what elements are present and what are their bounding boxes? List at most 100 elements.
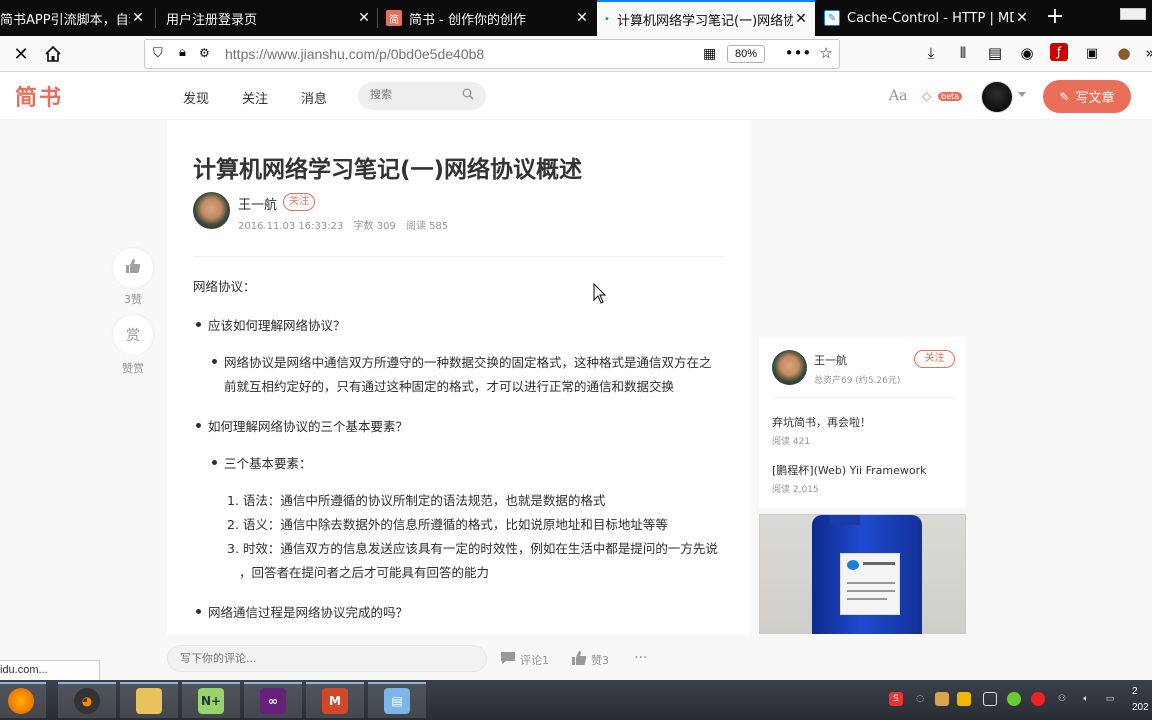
home-icon[interactable] [39, 40, 67, 68]
network-tray-icon[interactable]: ⚇ [1055, 692, 1069, 706]
sidebar-icon[interactable]: ▤ [985, 43, 1005, 63]
bookmark-star-icon[interactable]: ☆ [816, 43, 836, 63]
advertisement-image[interactable] [759, 514, 966, 634]
notebook-icon: ▤ [384, 688, 410, 714]
taskbar-fiddler[interactable]: ◕ [58, 682, 116, 718]
nav-messages[interactable]: 消息 [301, 88, 327, 107]
comment-input[interactable] [167, 645, 487, 672]
author-name[interactable]: 王一航 [238, 194, 277, 213]
close-icon[interactable]: ✕ [356, 10, 372, 26]
tray-icon[interactable] [1007, 692, 1021, 706]
post-read-count: 阅读 421 [772, 437, 811, 447]
new-tab-button[interactable]: + [1042, 4, 1068, 30]
like-button[interactable] [113, 248, 153, 288]
chevron-down-icon[interactable] [1018, 92, 1026, 97]
tray-icon[interactable]: ◌ [913, 692, 927, 706]
taskbar-clock[interactable]: 2 202 [1132, 684, 1149, 716]
tab-current-article[interactable]: • 计算机网络学习笔记(一)网络协 ✕ [597, 0, 815, 36]
download-icon[interactable]: ⤓ [921, 43, 941, 63]
taskbar-visual-studio[interactable]: ∞ [244, 682, 302, 718]
beta-badge[interactable]: ◇ beta [922, 89, 964, 103]
word-count: 字数 309 [353, 221, 396, 232]
lock-icon[interactable]: 🔒︎ [179, 45, 186, 60]
url-host: https://www.jianshu.com [225, 46, 376, 62]
window-minimize-button[interactable] [1112, 0, 1152, 20]
font-size-toggle[interactable]: Aa [889, 88, 907, 104]
likes-button[interactable]: 赞3 [571, 650, 609, 670]
search-box[interactable] [358, 82, 486, 110]
url-text[interactable]: https://www.jianshu.com/p/0bd0e5de40b8 [225, 46, 484, 62]
taskbar-firefox[interactable] [0, 682, 46, 718]
list-item: 网络通信过程是网络协议完成的吗？ [195, 602, 408, 621]
tray-icon[interactable] [1031, 692, 1045, 706]
author-card: 王一航 总资产69 (约5.26元) 关注 弃坑简书，再会啦！ 阅读 421 [… [759, 337, 966, 507]
paragraph: 网络协议： [193, 279, 256, 294]
taskbar-msdn[interactable]: M [306, 682, 364, 718]
write-label: 写文章 [1075, 91, 1115, 106]
follow-button[interactable]: 关注 [914, 350, 955, 368]
author-post-link[interactable]: [鹏程杯](Web) Yii Framework [772, 462, 926, 478]
close-icon[interactable]: ✕ [130, 10, 146, 26]
tab-label: 简书APP引流脚本，自动 [0, 12, 130, 28]
tray-icon[interactable] [935, 692, 949, 706]
jug-label [840, 553, 900, 615]
nav-follow[interactable]: 关注 [242, 88, 268, 107]
tab-label: 用户注册登录页 [166, 12, 258, 28]
close-icon[interactable]: ✕ [1014, 10, 1030, 26]
follow-button[interactable]: 关注 [283, 193, 315, 211]
tray-icon[interactable] [983, 692, 997, 706]
author-avatar[interactable] [193, 192, 230, 229]
windows-taskbar: ◕ N+ ∞ M ▤ S ◌ ⚇ 🔈︎ ▭ 2 202 [0, 680, 1152, 720]
zoom-level-badge[interactable]: 80% [727, 45, 765, 63]
browser-status-bar: idu.com... [0, 660, 100, 680]
cookie-extension-icon[interactable]: ● [1114, 43, 1134, 63]
browser-nav-bar: ✕ ⛉ 🔒︎ ⚙ https://www.jianshu.com/p/0bd0e… [0, 36, 1152, 72]
web-page: 简书 发现 关注 消息 Aa ◇ beta ✎ 写文章 3赞 赏 赞赏 [0, 72, 1152, 634]
tab-label: 简书 - 创作你的创作 [409, 12, 526, 28]
search-icon[interactable] [462, 88, 474, 103]
tab-jianshu-home[interactable]: 简 简书 - 创作你的创作 ✕ [378, 0, 596, 36]
shield-tray-icon[interactable] [957, 692, 971, 706]
author-avatar[interactable] [772, 350, 807, 385]
permissions-icon[interactable]: ⚙ [199, 46, 210, 60]
shield-icon[interactable]: ⛉ [153, 46, 163, 61]
tab-register-login[interactable]: 用户注册登录页 ✕ [156, 0, 378, 36]
search-input[interactable] [370, 88, 460, 101]
sogou-tray-icon[interactable]: S [889, 692, 903, 706]
beta-label: beta [938, 91, 963, 101]
jianshu-favicon-icon: 简 [386, 10, 402, 26]
user-avatar[interactable] [981, 81, 1013, 113]
nav-discover[interactable]: 发现 [183, 88, 209, 107]
comments-button[interactable]: 评论1 [500, 650, 549, 669]
likes-label: 赞3 [591, 654, 609, 667]
page-actions-icon[interactable]: ••• [785, 43, 812, 63]
screenshot-extension-icon[interactable]: ▣ [1082, 43, 1102, 63]
taskbar-editor[interactable]: ▤ [368, 682, 426, 718]
stop-icon[interactable]: ✕ [7, 40, 35, 68]
taskbar-explorer[interactable] [120, 682, 178, 718]
tab-jianshu-script[interactable]: 简书APP引流脚本，自动 ✕ [0, 0, 152, 36]
qrcode-icon[interactable]: ▦ [703, 46, 716, 62]
notepad-plus-icon: N+ [198, 688, 224, 714]
account-icon[interactable]: ◉ [1017, 43, 1037, 63]
tab-mdn[interactable]: ✎ Cache-Control - HTTP | MDN ✕ [816, 0, 1036, 36]
read-count: 阅读 585 [406, 221, 449, 232]
write-article-button[interactable]: ✎ 写文章 [1043, 80, 1131, 113]
url-bar[interactable]: ⛉ 🔒︎ ⚙ https://www.jianshu.com/p/0bd0e5d… [144, 39, 840, 69]
comments-label: 评论1 [520, 653, 549, 667]
volume-icon[interactable]: 🔈︎ [1079, 692, 1093, 706]
clock-date: 202 [1132, 702, 1149, 713]
firefox-icon [8, 688, 34, 714]
taskbar-notepadpp[interactable]: N+ [182, 682, 240, 718]
author-name[interactable]: 王一航 [814, 352, 847, 368]
notifications-icon[interactable]: ▭ [1103, 692, 1117, 706]
close-icon[interactable]: ✕ [793, 11, 809, 27]
site-logo[interactable]: 简书 [15, 80, 63, 112]
close-icon[interactable]: ✕ [574, 10, 590, 26]
library-icon[interactable]: ⫴ [953, 43, 973, 63]
author-post-link[interactable]: 弃坑简书，再会啦！ [772, 414, 871, 430]
reward-button[interactable]: 赏 [113, 315, 153, 355]
flash-extension-icon[interactable]: ƒ [1050, 43, 1068, 61]
more-actions-button[interactable]: ··· [634, 650, 647, 666]
overflow-icon[interactable]: » [1140, 43, 1152, 63]
